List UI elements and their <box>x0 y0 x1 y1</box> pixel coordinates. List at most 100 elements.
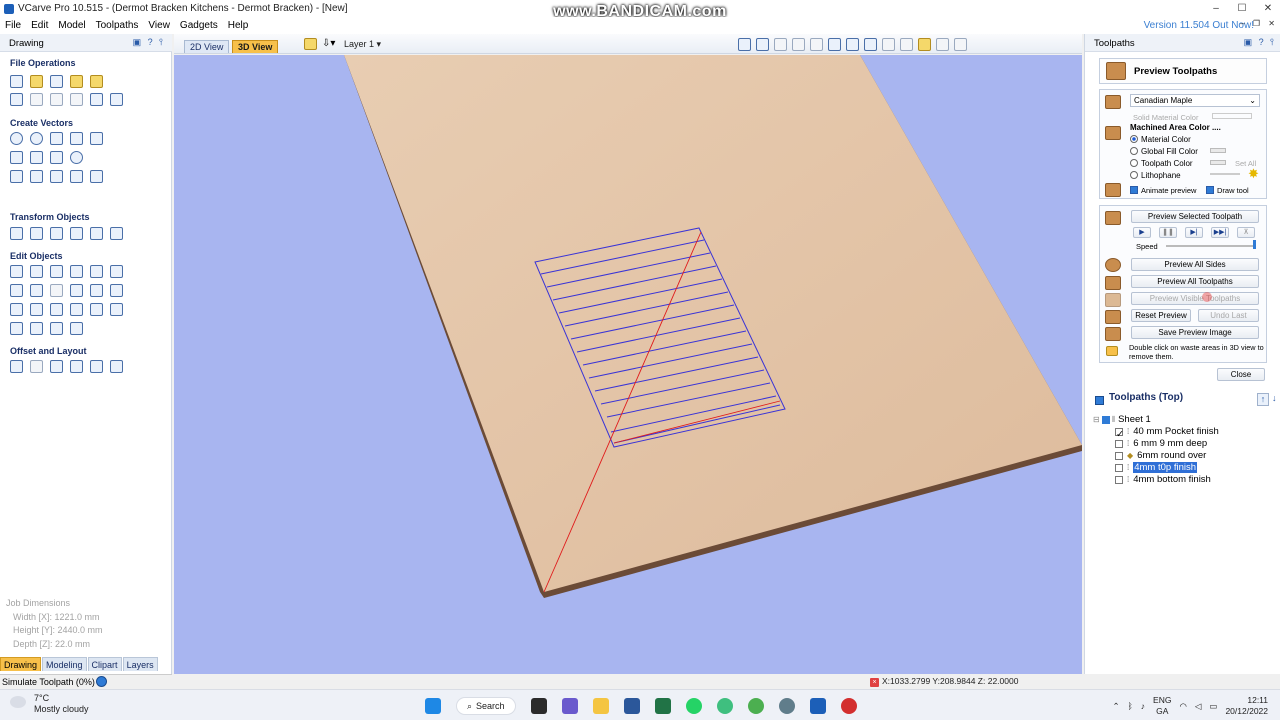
tabs-icon[interactable] <box>70 303 83 316</box>
lithophane-slider[interactable] <box>1210 173 1240 175</box>
task-view-icon[interactable] <box>530 698 547 714</box>
zoom-extents-icon[interactable] <box>738 38 751 51</box>
document-window-controls[interactable]: – ❐ ✕ <box>1240 19 1278 28</box>
expand-icon[interactable]: ⊟ <box>1093 415 1100 424</box>
dimension-icon[interactable] <box>50 170 63 183</box>
split-view-icon[interactable] <box>936 38 949 51</box>
sun-icon[interactable]: ✸ <box>1248 166 1259 182</box>
word-icon[interactable] <box>623 698 640 714</box>
text-icon[interactable] <box>10 170 23 183</box>
reset-preview-button[interactable]: Reset Preview <box>1131 309 1191 322</box>
cut-icon[interactable] <box>30 93 43 106</box>
animate-preview-checkbox[interactable]: Animate preview <box>1130 186 1196 195</box>
chrome-icon[interactable] <box>747 698 764 714</box>
rectangle-icon[interactable] <box>50 132 63 145</box>
copy-along-icon[interactable] <box>70 360 83 373</box>
intersect-icon[interactable] <box>50 284 63 297</box>
menu-gadgets[interactable]: Gadgets <box>175 20 223 31</box>
menu-toolpaths[interactable]: Toolpaths <box>91 20 144 31</box>
battery-icon[interactable]: ▭ <box>1209 701 1217 712</box>
arc-icon[interactable] <box>30 151 43 164</box>
bracket-icon[interactable] <box>30 322 43 335</box>
tab-modeling[interactable]: Modeling <box>42 657 87 671</box>
volume-icon[interactable]: ◁ <box>1195 701 1202 712</box>
move-icon[interactable] <box>10 227 23 240</box>
save-icon[interactable] <box>50 75 63 88</box>
material-dropdown[interactable]: Canadian Maple ⌄ <box>1130 94 1260 107</box>
dogbone-icon[interactable] <box>50 303 63 316</box>
text-on-curve-icon[interactable] <box>30 170 43 183</box>
panel-header-icons[interactable]: ▣ ? ⫯ <box>133 37 165 48</box>
save-preview-image-button[interactable]: Save Preview Image <box>1131 326 1259 339</box>
radio-toolpath-color[interactable]: Toolpath Color <box>1130 159 1193 168</box>
paste-icon[interactable] <box>70 93 83 106</box>
save-as-icon[interactable] <box>70 75 83 88</box>
preview-all-toolpaths-button[interactable]: Preview All Toolpaths <box>1131 275 1259 288</box>
material-icon[interactable] <box>304 38 317 50</box>
join-icon[interactable] <box>110 265 123 278</box>
cut-vector-icon[interactable] <box>90 284 103 297</box>
spiral-icon[interactable] <box>70 151 83 164</box>
undo-icon[interactable] <box>90 93 103 106</box>
menu-view[interactable]: View <box>143 20 175 31</box>
toolpath-item-4[interactable]: ⁞ 4mm bottom finish <box>1115 474 1211 485</box>
wifi-icon[interactable]: ◠ <box>1179 701 1186 712</box>
undo-last-button[interactable]: Undo Last <box>1198 309 1259 322</box>
tile-view-icon[interactable] <box>954 38 967 51</box>
ellipse-icon[interactable] <box>30 132 43 145</box>
zoom-box-icon[interactable] <box>756 38 769 51</box>
side-view-icon[interactable] <box>846 38 859 51</box>
node-edit-icon[interactable] <box>70 170 83 183</box>
node-select-icon[interactable] <box>30 265 43 278</box>
redo-icon[interactable] <box>110 93 123 106</box>
copy-icon[interactable] <box>50 93 63 106</box>
menu-model[interactable]: Model <box>53 20 90 31</box>
mirror-icon[interactable] <box>50 227 63 240</box>
component-icon[interactable] <box>900 38 913 51</box>
import-icon[interactable] <box>90 75 103 88</box>
sheet-node[interactable]: ⊟ ⫴ Sheet 1 <box>1093 414 1151 425</box>
toolpath-item-3[interactable]: ⁞ 4mm t0p finish <box>1115 462 1198 473</box>
arrow-icon[interactable] <box>50 322 63 335</box>
new-file-icon[interactable] <box>10 75 23 88</box>
global-fill-swatch[interactable] <box>1210 148 1226 153</box>
center-icon[interactable] <box>110 227 123 240</box>
polyline-icon[interactable] <box>10 151 23 164</box>
open-file-icon[interactable] <box>30 75 43 88</box>
tab-layers[interactable]: Layers <box>122 657 158 671</box>
extend-icon[interactable] <box>110 303 123 316</box>
bandicam-icon[interactable] <box>840 698 857 714</box>
toolpath-checkbox[interactable]: ✓ <box>1115 427 1124 440</box>
speed-slider[interactable] <box>1166 245 1256 247</box>
chevron-up-icon[interactable]: ⌃ <box>1113 701 1120 712</box>
fillet-icon[interactable] <box>10 303 23 316</box>
grid-icon[interactable] <box>774 38 787 51</box>
align-icon[interactable] <box>90 227 103 240</box>
weather-icon[interactable] <box>10 696 26 708</box>
weld-icon[interactable] <box>10 284 23 297</box>
toolpath-checkbox[interactable] <box>1115 451 1123 460</box>
fast-forward-icon[interactable]: ▶▶| <box>1211 227 1229 238</box>
close-vector-icon[interactable] <box>10 322 23 335</box>
bridge-icon[interactable] <box>70 322 83 335</box>
chamfer-icon[interactable] <box>30 303 43 316</box>
star-icon[interactable] <box>90 132 103 145</box>
tab-2d-view[interactable]: 2D View <box>184 40 230 53</box>
panel-header-icons[interactable]: ▣ ? ⫯ <box>1244 37 1276 48</box>
polygon-icon[interactable] <box>70 132 83 145</box>
lighting-icon[interactable] <box>864 38 877 51</box>
group-icon[interactable] <box>70 265 83 278</box>
pause-icon[interactable]: ❚❚ <box>1159 227 1177 238</box>
radio-material-color[interactable]: Material Color <box>1130 135 1191 144</box>
toolpath-item-2[interactable]: ◆ 6mm round over <box>1115 450 1206 461</box>
toolpath-checkbox[interactable] <box>1115 439 1123 448</box>
select-icon[interactable] <box>10 265 23 278</box>
excel-icon[interactable] <box>654 698 671 714</box>
whatsapp-icon[interactable] <box>685 698 702 714</box>
interactive-select-icon[interactable] <box>50 265 63 278</box>
preview-visible-button[interactable]: Preview Visible Toolpaths <box>1131 292 1259 305</box>
version-update-link[interactable]: Version 11.504 Out Now! <box>1144 20 1254 31</box>
play-icon[interactable]: ▶ <box>1133 227 1151 238</box>
close-preview-button[interactable]: Close <box>1217 368 1265 381</box>
array-icon[interactable] <box>30 360 43 373</box>
